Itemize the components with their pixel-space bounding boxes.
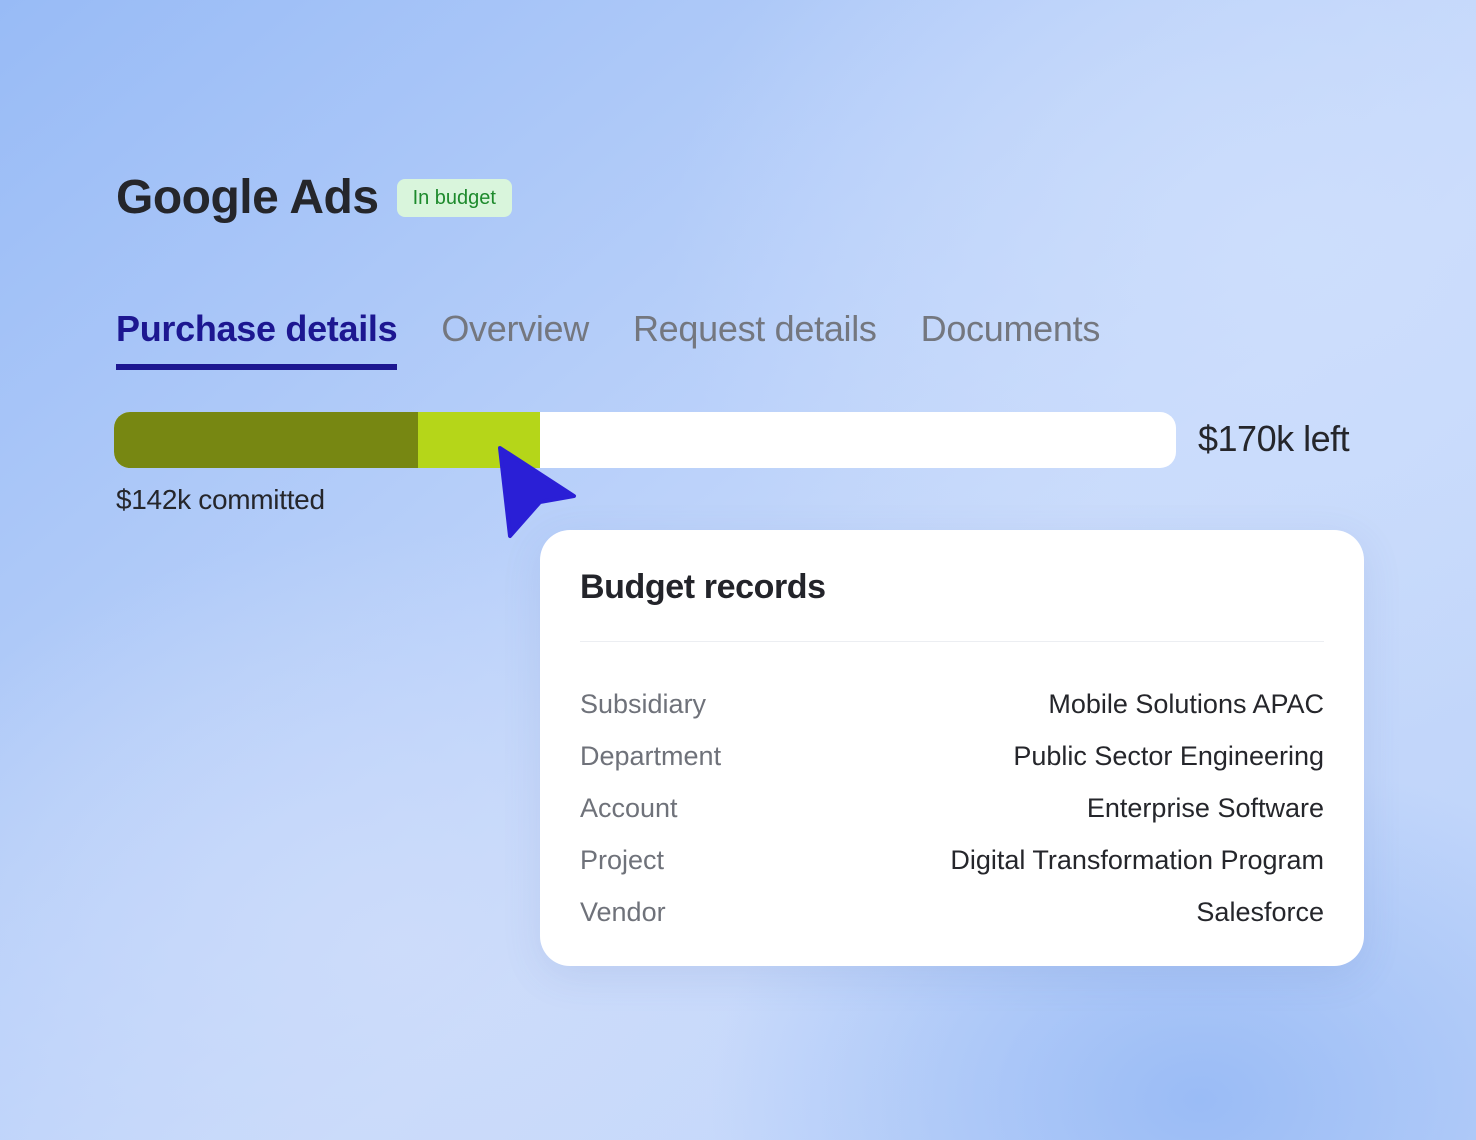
record-value: Mobile Solutions APAC [1048, 688, 1324, 719]
record-label: Vendor [580, 896, 666, 927]
amount-committed-label: $142k committed [116, 484, 325, 515]
record-row-vendor: Vendor Salesforce [580, 886, 1324, 938]
committed-segment[interactable] [114, 412, 418, 468]
record-row-account: Account Enterprise Software [580, 782, 1324, 834]
budget-records-card: Budget records Subsidiary Mobile Solutio… [540, 530, 1364, 966]
tab-bar: Purchase details Overview Request detail… [116, 308, 1100, 370]
record-value: Salesforce [1196, 896, 1324, 927]
record-label: Department [580, 740, 722, 771]
page-header: Google Ads In budget [116, 170, 512, 225]
record-row-subsidiary: Subsidiary Mobile Solutions APAC [580, 678, 1324, 730]
record-row-project: Project Digital Transformation Program [580, 834, 1324, 886]
record-label: Account [580, 792, 678, 823]
record-value: Digital Transformation Program [950, 844, 1324, 875]
status-badge: In budget [396, 178, 512, 217]
record-value: Enterprise Software [1086, 792, 1324, 823]
record-label: Subsidiary [580, 688, 707, 719]
budget-records-title: Budget records [580, 568, 1324, 642]
record-value: Public Sector Engineering [1013, 740, 1324, 771]
tab-overview[interactable]: Overview [441, 308, 589, 370]
record-row-department: Department Public Sector Engineering [580, 730, 1324, 782]
page-title: Google Ads [116, 171, 379, 224]
amount-left-label: $170k left [1198, 418, 1350, 459]
record-label: Project [580, 844, 665, 875]
tab-request-details[interactable]: Request details [633, 308, 877, 370]
tab-purchase-details[interactable]: Purchase details [116, 308, 398, 370]
budget-records-list: Subsidiary Mobile Solutions APAC Departm… [580, 678, 1324, 938]
pointer-arrow-icon [494, 444, 578, 540]
budget-progress-bar[interactable] [114, 412, 1176, 468]
tab-documents[interactable]: Documents [921, 308, 1101, 370]
